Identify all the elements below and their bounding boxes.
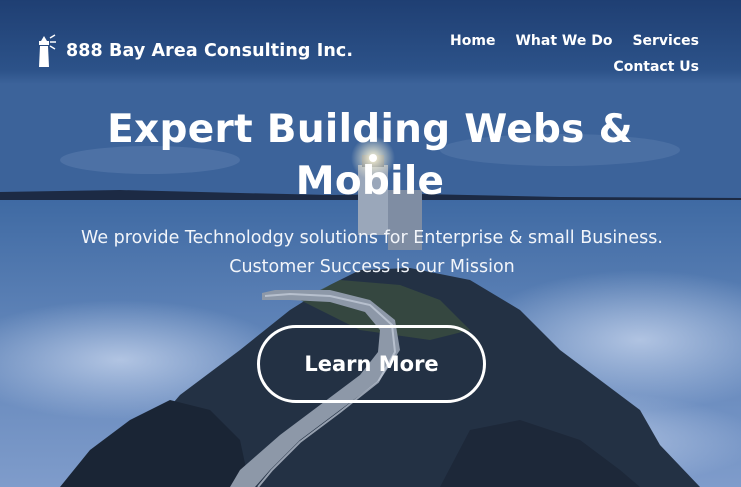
nav-row-secondary: Contact Us bbox=[399, 54, 699, 80]
nav-what-we-do-link[interactable]: What We Do bbox=[515, 33, 612, 49]
lighthouse-icon bbox=[39, 34, 56, 67]
nav-row-primary: Home What We Do Services bbox=[399, 28, 699, 54]
nav-contact-us-link[interactable]: Contact Us bbox=[613, 59, 699, 75]
hero-headline: Expert Building Webs & Mobile bbox=[107, 107, 633, 204]
brand-name: 888 Bay Area Consulting Inc. bbox=[66, 41, 354, 61]
hero-section: 888 Bay Area Consulting Inc. Home What W… bbox=[0, 0, 741, 487]
nav-home-link[interactable]: Home bbox=[450, 33, 495, 49]
main-nav: Home What We Do Services Contact Us bbox=[399, 28, 699, 80]
hero-subtext: We provide Technolodgy solutions for Ent… bbox=[81, 228, 663, 277]
nav-services-link[interactable]: Services bbox=[632, 33, 699, 49]
learn-more-button[interactable]: Learn More bbox=[257, 325, 486, 403]
brand[interactable]: 888 Bay Area Consulting Inc. bbox=[34, 34, 353, 68]
